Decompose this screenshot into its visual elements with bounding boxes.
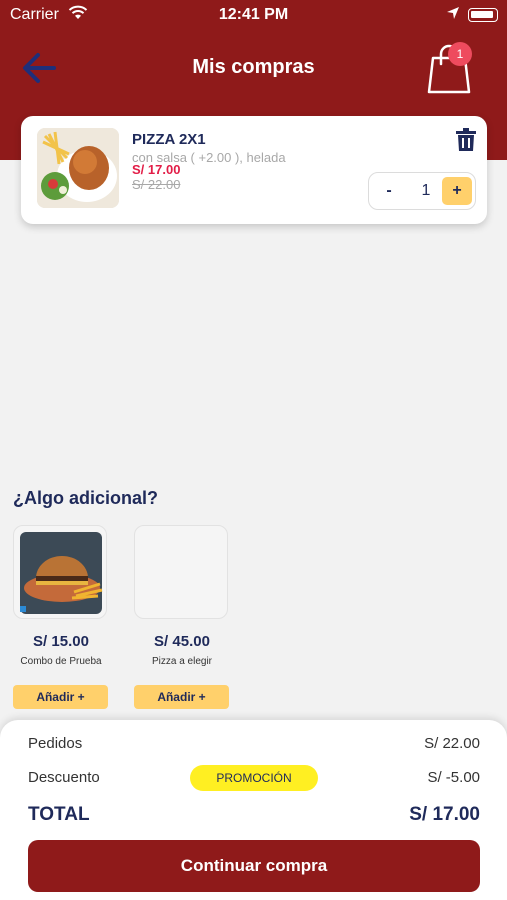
add-extra-button[interactable]: Añadir + xyxy=(134,685,229,709)
cart-count-badge: 1 xyxy=(448,42,472,66)
product-old-price: S/ 22.00 xyxy=(132,177,181,192)
increase-button[interactable]: + xyxy=(442,177,472,205)
extra-product-price: S/ 15.00 xyxy=(33,633,89,650)
total-value: S/ 17.00 xyxy=(409,804,480,825)
decrease-button[interactable]: - xyxy=(375,177,403,205)
extra-product-name: Combo de Prueba xyxy=(20,656,102,667)
extra-product-card: S/ 45.00 Pizza a elegir Añadir + xyxy=(134,525,230,709)
quantity-value: 1 xyxy=(421,182,431,199)
total-label: TOTAL xyxy=(28,804,90,825)
extras-heading: ¿Algo adicional? xyxy=(13,488,159,508)
extra-product-name: Pizza a elegir xyxy=(151,656,213,667)
product-image xyxy=(37,128,119,208)
extra-product-price: S/ 45.00 xyxy=(154,633,210,650)
quantity-stepper: - 1 + xyxy=(368,172,476,210)
discount-value: S/ -5.00 xyxy=(427,769,480,786)
discount-label: Descuento xyxy=(28,769,100,786)
product-price: S/ 17.00 xyxy=(132,162,181,177)
extra-product-card: S/ 15.00 Combo de Prueba Añadir + xyxy=(13,525,109,709)
promo-badge: PROMOCIÓN xyxy=(190,765,318,791)
orders-label: Pedidos xyxy=(28,735,83,752)
add-extra-button[interactable]: Añadir + xyxy=(13,685,108,709)
clock: 12:41 PM xyxy=(218,6,289,23)
extra-product-image[interactable] xyxy=(134,525,228,619)
extra-product-image[interactable] xyxy=(13,525,107,619)
continue-purchase-button[interactable]: Continuar compra xyxy=(28,840,480,892)
order-summary: Pedidos S/ 22.00 Descuento S/ -5.00 PROM… xyxy=(0,720,507,900)
battery-icon xyxy=(468,8,498,22)
product-name: PIZZA 2X1 xyxy=(132,131,206,148)
status-bar: Carrier 12:41 PM xyxy=(0,0,507,32)
cart-item-card: PIZZA 2X1 con salsa ( +2.00 ), helada S/… xyxy=(21,116,487,224)
location-icon xyxy=(446,6,460,25)
trash-icon[interactable] xyxy=(455,128,477,152)
orders-value: S/ 22.00 xyxy=(424,735,480,752)
